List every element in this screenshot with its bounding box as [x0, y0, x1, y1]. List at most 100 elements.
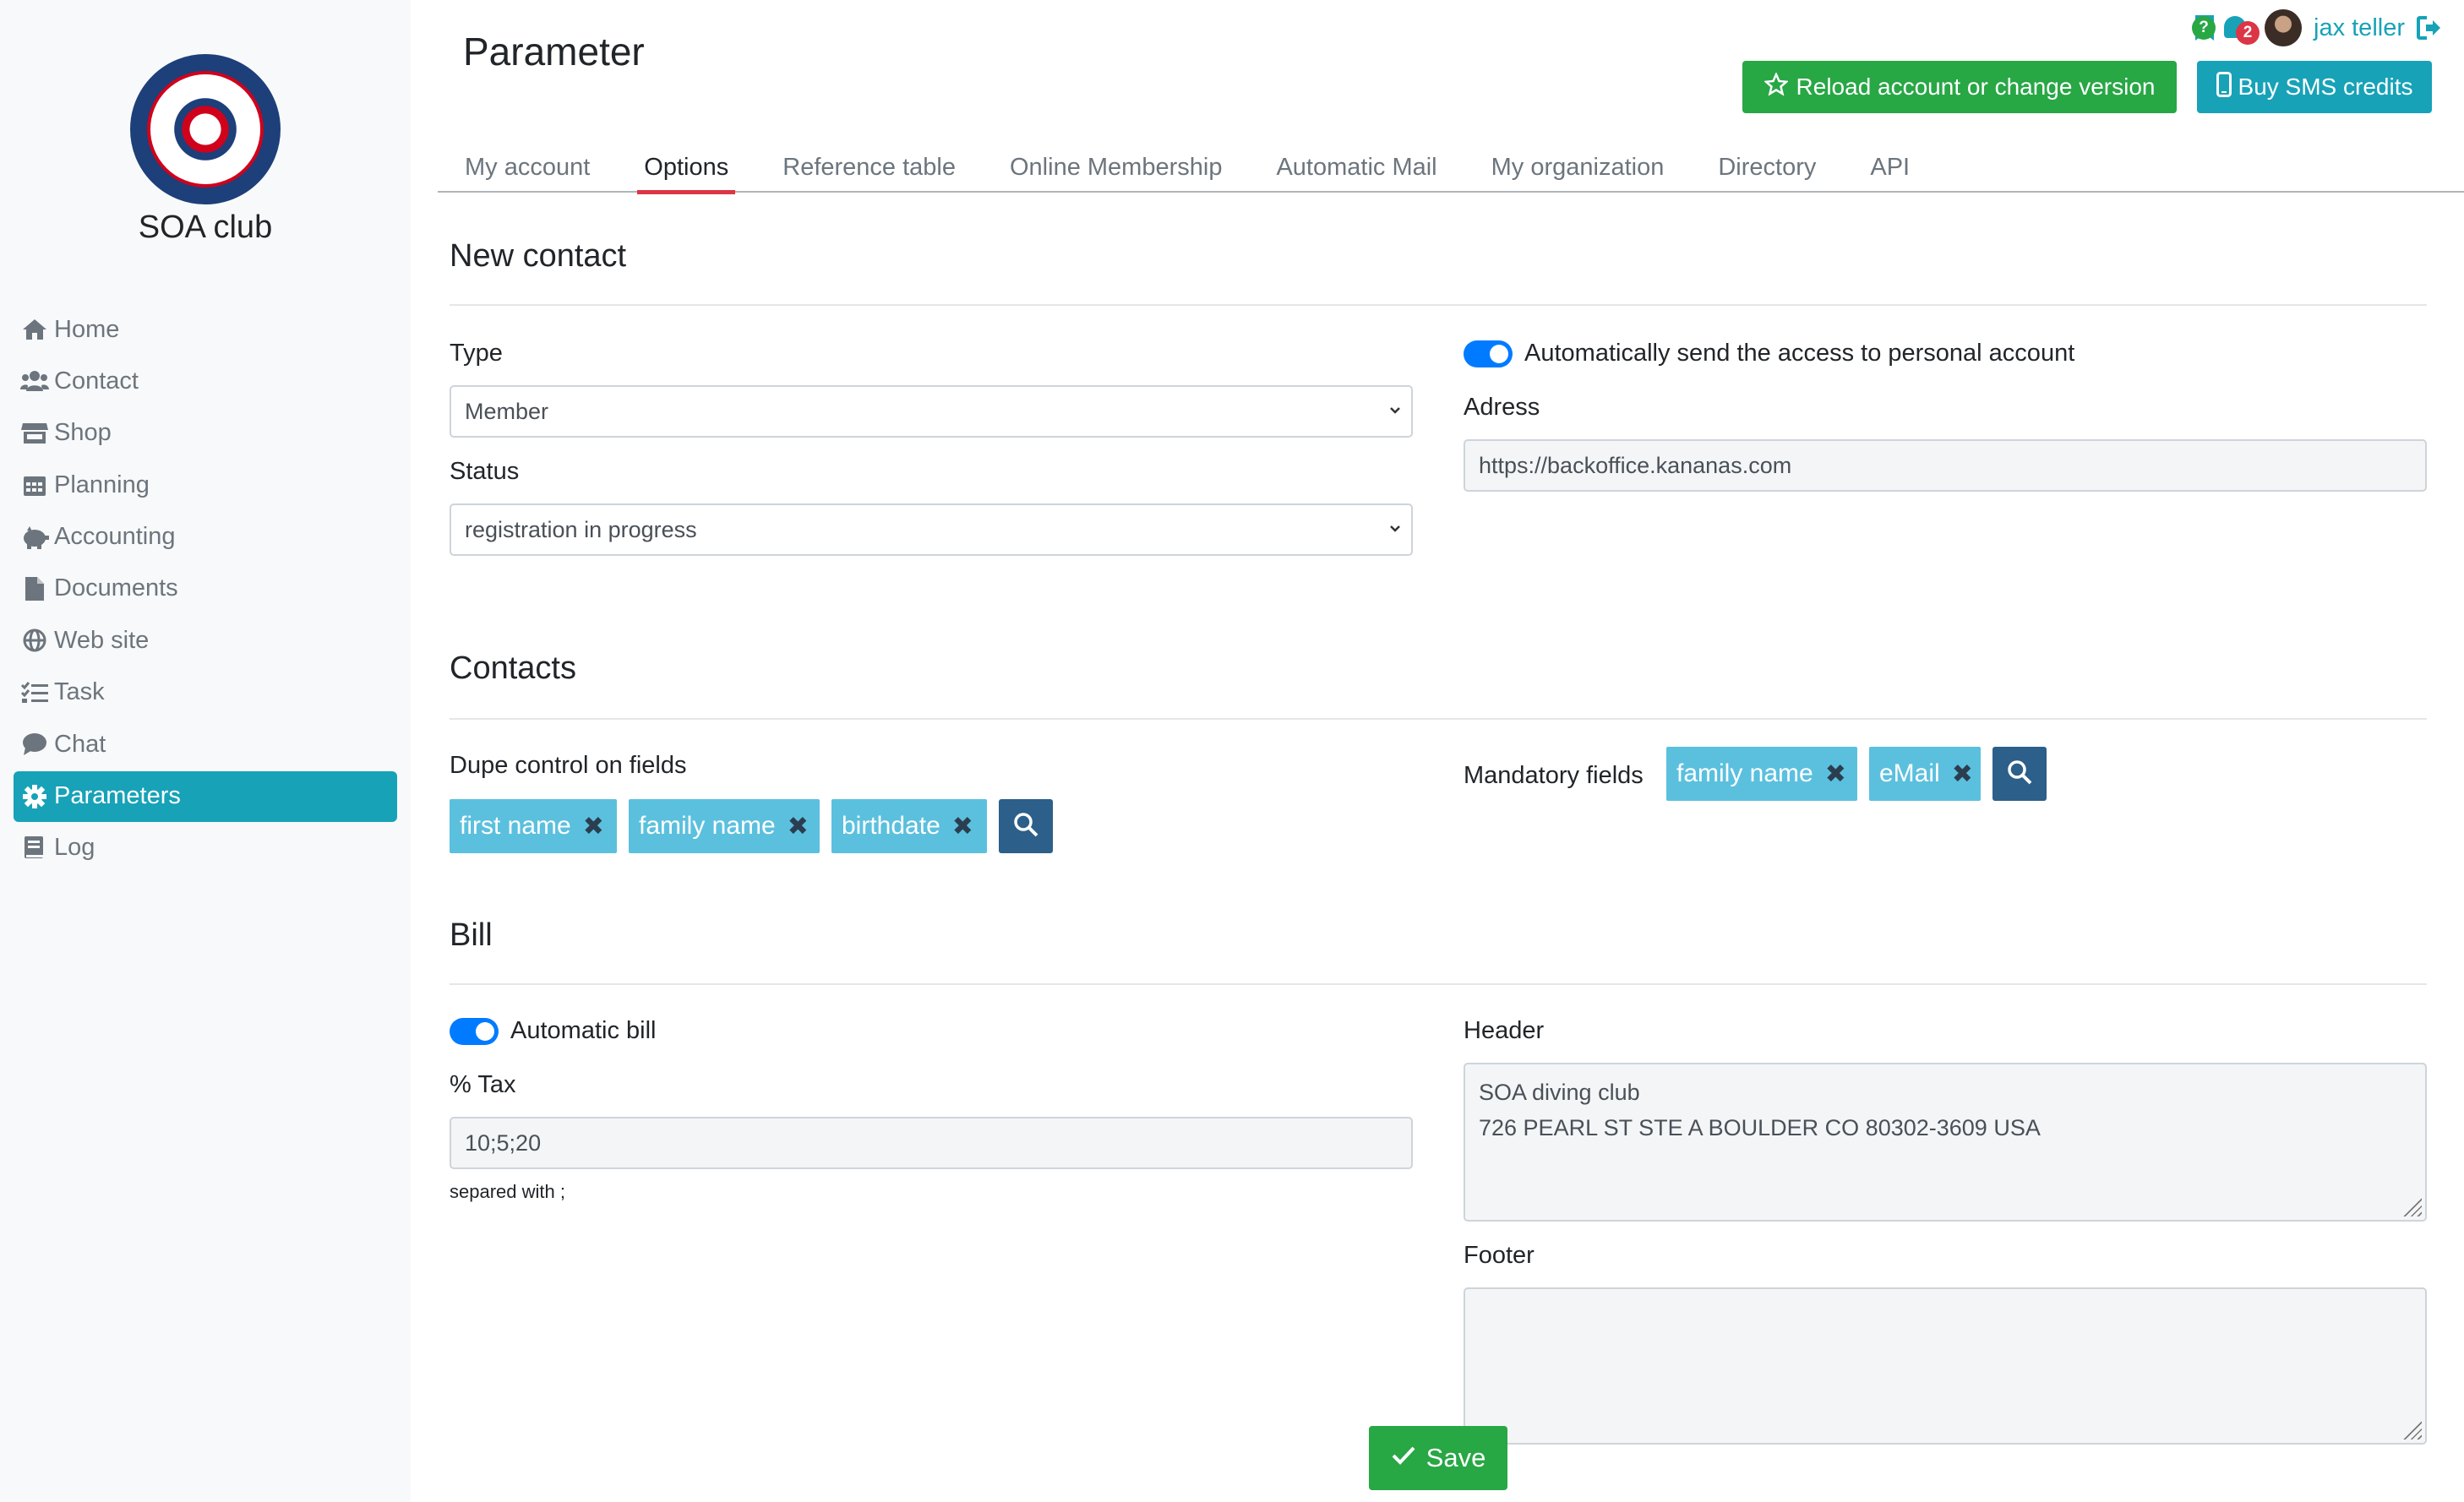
mandatory-tag-family-name[interactable]: family name ✖ [1666, 747, 1857, 801]
sidebar-item-label: Shop [54, 419, 112, 447]
save-button[interactable]: Save [1369, 1426, 1507, 1490]
remove-tag-icon[interactable]: ✖ [583, 812, 604, 841]
tag-label: family name [639, 812, 776, 840]
address-label: Adress [1464, 394, 1540, 421]
mandatory-search-button[interactable] [1992, 747, 2047, 801]
home-icon [20, 317, 49, 342]
auto-send-access-label: Automatically send the access to persona… [1524, 340, 2075, 367]
club-name: SOA club [138, 210, 273, 245]
mandatory-fields-label: Mandatory fields [1464, 762, 1644, 789]
chevron-down-icon [1387, 519, 1403, 539]
resize-handle[interactable] [2401, 1196, 2422, 1216]
sidebar-item-log[interactable]: Log [14, 823, 397, 873]
sidebar-item-shop[interactable]: Shop [14, 408, 397, 459]
tax-input[interactable]: 10;5;20 [450, 1117, 1413, 1169]
users-icon [20, 368, 49, 394]
tab-automatic-mail[interactable]: Automatic Mail [1249, 142, 1464, 193]
mobile-phone-icon [2216, 71, 2232, 103]
tag-label: family name [1676, 759, 1813, 787]
automatic-bill-label: Automatic bill [510, 1017, 657, 1044]
header-line-2: 726 PEARL ST STE A BOULDER CO 80302-3609… [1479, 1115, 2041, 1140]
footer-label: Footer [1464, 1242, 1535, 1269]
new-contact-title: New contact [450, 238, 627, 274]
reload-account-button[interactable]: Reload account or change version [1742, 61, 2177, 113]
user-name-link[interactable]: jax teller [2314, 14, 2405, 42]
contacts-title: Contacts [450, 650, 576, 686]
tab-reference-table[interactable]: Reference table [755, 142, 983, 193]
avatar[interactable] [2265, 9, 2302, 46]
tab-my-account[interactable]: My account [438, 142, 617, 193]
status-label: Status [450, 458, 520, 485]
tab-options[interactable]: Options [617, 142, 755, 194]
sidebar: SOA club Home Contact Shop Planning Acco… [0, 0, 411, 1502]
tab-api[interactable]: API [1843, 142, 1937, 193]
sidebar-item-home[interactable]: Home [14, 304, 397, 355]
sidebar-nav: Home Contact Shop Planning Accounting Do… [14, 304, 397, 874]
remove-tag-icon[interactable]: ✖ [1952, 759, 1973, 789]
section-divider [450, 718, 2427, 720]
notifications-button[interactable]: 2 [2221, 13, 2260, 45]
help-badge[interactable]: ? [2192, 16, 2216, 40]
type-label: Type [450, 340, 503, 367]
tab-online-membership[interactable]: Online Membership [983, 142, 1249, 193]
dupe-tag-birthdate[interactable]: birthdate ✖ [831, 799, 987, 853]
sidebar-item-label: Documents [54, 574, 178, 602]
dupe-tag-family-name[interactable]: family name ✖ [629, 799, 820, 853]
buy-sms-button[interactable]: Buy SMS credits [2197, 61, 2432, 113]
search-icon [2006, 759, 2033, 790]
header-textarea[interactable]: SOA diving club 726 PEARL ST STE A BOULD… [1464, 1063, 2427, 1222]
address-input[interactable]: https://backoffice.kananas.com [1464, 439, 2427, 492]
tab-directory[interactable]: Directory [1691, 142, 1843, 193]
logo-ring [147, 71, 264, 188]
sidebar-item-planning[interactable]: Planning [14, 460, 397, 510]
logo-emblem [169, 93, 242, 166]
notification-count-badge: 2 [2236, 21, 2260, 45]
star-icon [1763, 71, 1789, 102]
type-select[interactable]: Member [450, 385, 1413, 438]
sidebar-item-chat[interactable]: Chat [14, 719, 397, 770]
sidebar-item-label: Home [54, 315, 120, 343]
sidebar-item-label: Log [54, 834, 95, 862]
page-title: Parameter [463, 30, 645, 73]
reload-account-label: Reload account or change version [1796, 73, 2156, 100]
resize-handle[interactable] [2401, 1419, 2422, 1439]
tax-label: % Tax [450, 1071, 516, 1098]
sidebar-item-task[interactable]: Task [14, 667, 397, 718]
sidebar-item-parameters[interactable]: Parameters [14, 770, 397, 822]
sidebar-item-documents[interactable]: Documents [14, 563, 397, 614]
dupe-tag-first-name[interactable]: first name ✖ [450, 799, 617, 853]
dupe-search-button[interactable] [999, 799, 1053, 853]
mandatory-tag-email[interactable]: eMail ✖ [1869, 747, 1981, 801]
tab-my-organization[interactable]: My organization [1464, 142, 1692, 193]
status-select-value: registration in progress [465, 516, 697, 542]
topbar: 2 ? jax teller [2192, 8, 2442, 47]
piggy-bank-icon [20, 525, 49, 550]
footer-textarea[interactable] [1464, 1287, 2427, 1445]
remove-tag-icon[interactable]: ✖ [788, 812, 809, 841]
header-line-1: SOA diving club [1479, 1080, 1640, 1105]
comment-icon [20, 732, 49, 757]
sidebar-item-accounting[interactable]: Accounting [14, 512, 397, 563]
book-icon [20, 835, 49, 861]
save-label: Save [1426, 1443, 1486, 1472]
sidebar-item-website[interactable]: Web site [14, 615, 397, 666]
tag-label: first name [460, 812, 571, 840]
sidebar-item-label: Chat [54, 730, 106, 758]
auto-send-access-toggle[interactable] [1464, 340, 1513, 367]
bill-title: Bill [450, 917, 493, 953]
calendar-icon [20, 472, 49, 498]
store-icon [20, 421, 49, 446]
tag-label: birthdate [842, 812, 940, 840]
status-select[interactable]: registration in progress [450, 503, 1413, 556]
sidebar-item-contact[interactable]: Contact [14, 356, 397, 406]
automatic-bill-toggle[interactable] [450, 1018, 499, 1045]
remove-tag-icon[interactable]: ✖ [952, 812, 973, 841]
buy-sms-label: Buy SMS credits [2238, 73, 2413, 100]
logout-icon[interactable] [2417, 15, 2442, 41]
remove-tag-icon[interactable]: ✖ [1825, 759, 1846, 789]
sidebar-item-label: Parameters [54, 782, 181, 810]
search-icon [1012, 811, 1039, 842]
sidebar-item-label: Web site [54, 626, 150, 654]
gear-icon [20, 784, 49, 809]
globe-icon [20, 628, 49, 653]
